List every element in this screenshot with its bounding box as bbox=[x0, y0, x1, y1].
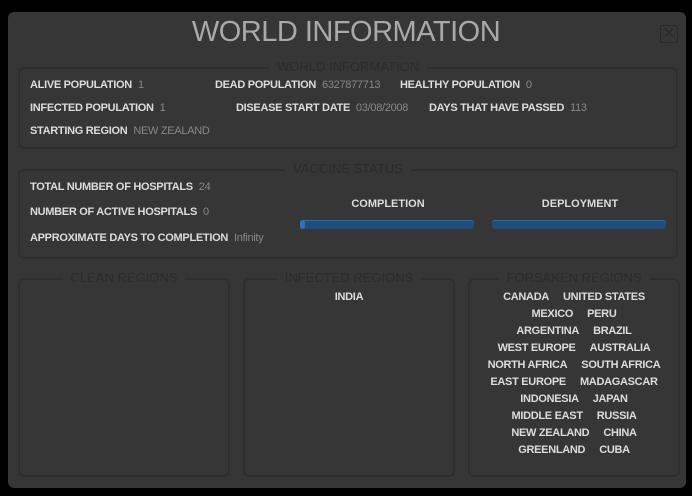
close-icon[interactable]: ✕ bbox=[660, 25, 678, 43]
region-item: PERU bbox=[587, 308, 617, 320]
clean-regions-section: CLEAN REGIONS bbox=[18, 270, 230, 477]
region-item: MIDDLE EAST bbox=[511, 410, 583, 422]
forsaken-regions-section: FORSAKEN REGIONS CANADA UNITED STATES MEXI… bbox=[468, 270, 680, 477]
region-item: WEST EUROPE bbox=[497, 342, 576, 354]
region-item: NEW ZEALAND bbox=[511, 427, 590, 439]
section-legend: INFECTED REGIONS bbox=[276, 270, 422, 285]
region-item: GREENLAND bbox=[518, 444, 586, 456]
region-item: CUBA bbox=[599, 444, 630, 456]
region-item: MADAGASCAR bbox=[579, 376, 658, 388]
region-item: NORTH AFRICA bbox=[487, 359, 568, 371]
region-item: INDONESIA bbox=[520, 393, 579, 405]
region-item: CHINA bbox=[603, 427, 637, 439]
healthy-population: HEALTHY POPULATION 0 bbox=[400, 79, 532, 91]
alive-population: ALIVE POPULATION 1 bbox=[30, 79, 144, 91]
region-item: JAPAN bbox=[592, 393, 628, 405]
disease-start-date: DISEASE START DATE 03/08/2008 bbox=[236, 102, 409, 114]
deployment-progress-bar bbox=[492, 220, 666, 229]
completion-progress-bar bbox=[300, 220, 474, 229]
infected-regions-section: INFECTED REGIONS INDIA bbox=[243, 270, 455, 477]
active-hospitals: NUMBER OF ACTIVE HOSPITALS 0 bbox=[30, 206, 209, 218]
region-item: CANADA bbox=[503, 291, 549, 303]
dialog-title: WORLD INFORMATION bbox=[191, 16, 501, 48]
region-item: ARGENTINA bbox=[516, 325, 580, 337]
days-to-completion: APPROXIMATE DAYS TO COMPLETION Infinity bbox=[30, 232, 264, 244]
section-legend: VACCINE STATUS bbox=[285, 161, 411, 176]
region-item: MEXICO bbox=[531, 308, 574, 320]
region-item: UNITED STATES bbox=[563, 291, 645, 303]
completion-label: COMPLETION bbox=[351, 198, 425, 210]
deployment-label: DEPLOYMENT bbox=[541, 198, 619, 210]
region-item: EAST EUROPE bbox=[490, 376, 566, 388]
region-item: BRAZIL bbox=[593, 325, 632, 337]
dead-population: DEAD POPULATION 6327877713 bbox=[215, 79, 381, 91]
section-legend: CLEAN REGIONS bbox=[62, 270, 186, 285]
region-item: SOUTH AFRICA bbox=[581, 359, 661, 371]
infected-population: INFECTED POPULATION 1 bbox=[30, 102, 166, 114]
region-item: RUSSIA bbox=[596, 410, 637, 422]
total-hospitals: TOTAL NUMBER OF HOSPITALS 24 bbox=[30, 181, 211, 193]
section-legend: WORLD INFORMATION bbox=[268, 59, 428, 74]
starting-region: STARTING REGION NEW ZEALAND bbox=[30, 125, 210, 137]
region-item: AUSTRALIA bbox=[589, 342, 651, 354]
region-item: INDIA bbox=[334, 291, 364, 303]
section-legend: FORSAKEN REGIONS bbox=[498, 270, 650, 285]
days-passed: DAYS THAT HAVE PASSED 113 bbox=[429, 102, 587, 114]
